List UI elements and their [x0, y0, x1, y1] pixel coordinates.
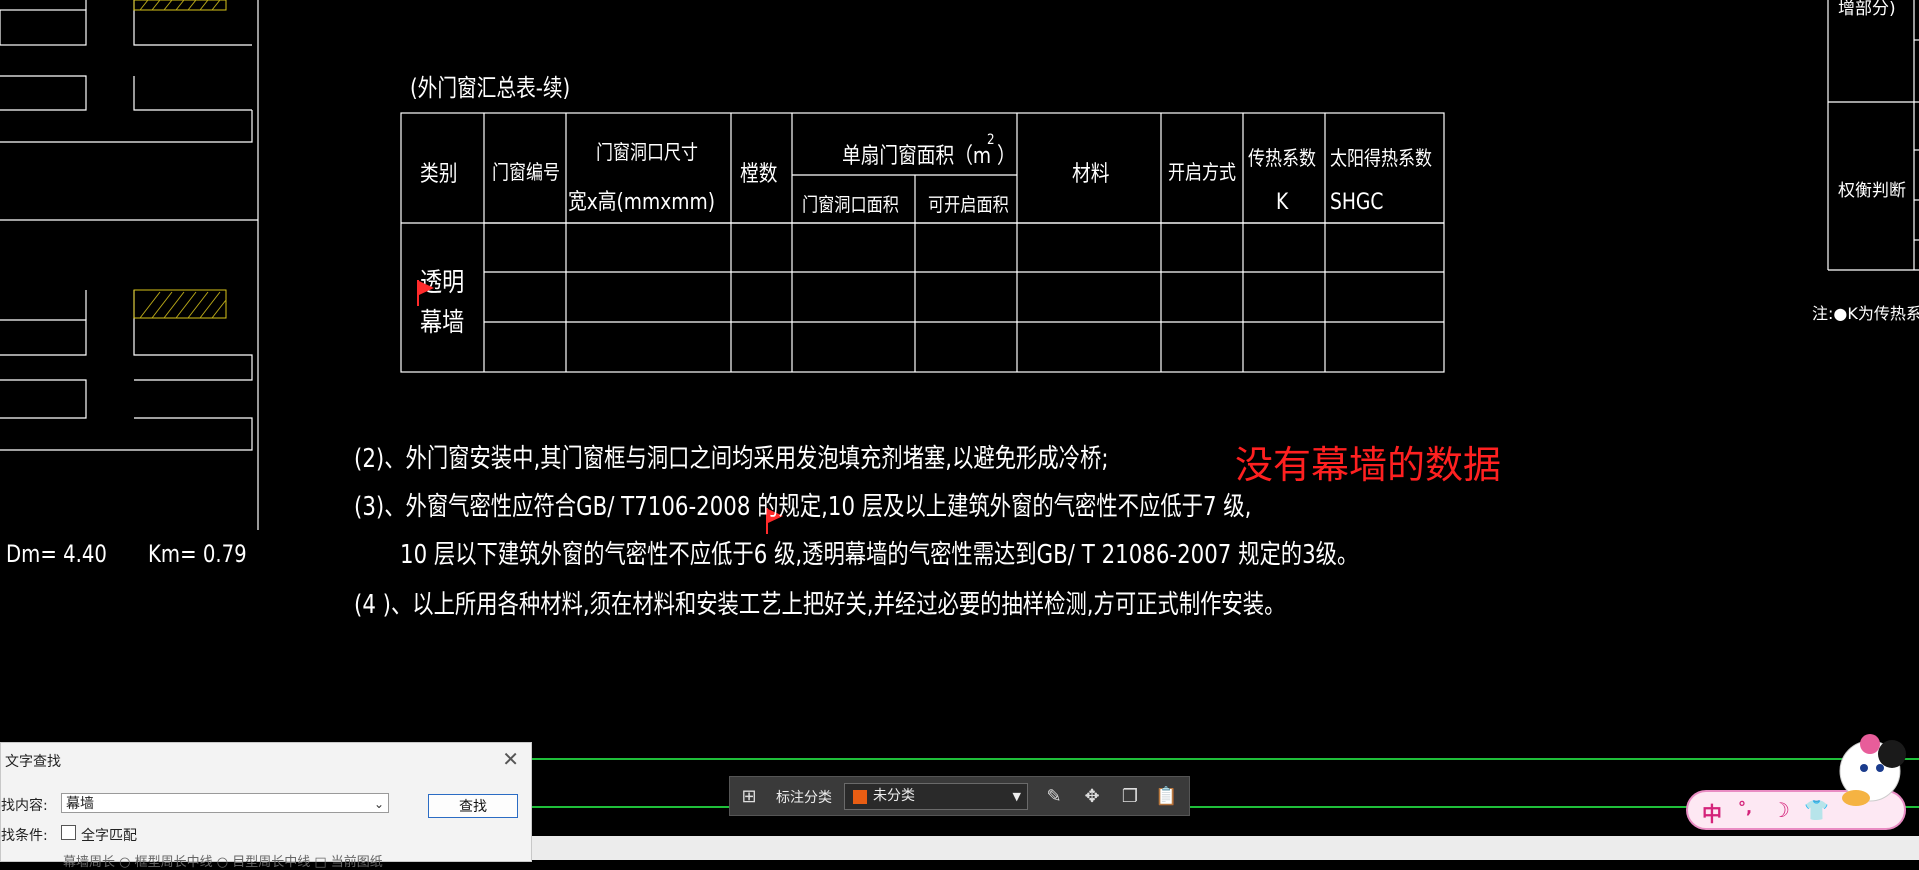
note-line-2: (3)、外窗气密性应符合GB/ T7106-2008 的规定,10 层及以上建筑… — [354, 492, 1252, 522]
header-opening-dims: 宽x高(mmxmm) — [568, 190, 715, 215]
note-line-1: (2)、外门窗安装中,其门窗框与洞口之间均采用发泡填充剂堵塞,以避免形成冷桥; — [354, 444, 1109, 474]
search-label: 找内容: — [1, 798, 48, 814]
note-line-3: 10 层以下建筑外窗的气密性不应低于6 级,透明幕墙的气密性需达到GB/ T 2… — [400, 540, 1359, 570]
chevron-down-icon[interactable]: ▼ — [1013, 784, 1021, 809]
full-match-checkbox[interactable] — [61, 825, 76, 840]
header-heat-symbol: K — [1276, 190, 1289, 215]
chevron-down-icon[interactable]: ⌄ — [374, 794, 384, 814]
header-count: 樘数 — [740, 162, 778, 187]
header-solar-coeff: 太阳得热系数 — [1330, 146, 1432, 170]
full-match-label: 全字匹配 — [81, 828, 137, 844]
paste-icon[interactable]: 📋 — [1155, 786, 1177, 808]
move-icon[interactable]: ✥ — [1081, 786, 1103, 808]
flag-icon[interactable] — [416, 278, 438, 308]
header-window-no: 门窗编号 — [492, 160, 560, 184]
find-text-dialog: 文字查找 ✕ 找内容: 幕墙 ⌄ 查找 找条件: 全字匹配 幕墙周长 ○ 框型周… — [0, 742, 532, 870]
dm-value: Dm= 4.40 — [6, 540, 107, 568]
category-selected: 未分类 — [873, 788, 915, 804]
right-label-top: 增部分) — [1838, 0, 1896, 19]
annotation-toolbar: ⊞ 标注分类 未分类 ▼ ✎ ✥ ❐ 📋 — [729, 776, 1190, 816]
condition-label: 找条件: — [1, 828, 48, 844]
status-bar — [530, 836, 1919, 860]
green-line-top — [530, 758, 1919, 760]
search-value: 幕墙 — [66, 796, 94, 812]
note-line-4: (4 )、以上所用各种材料,须在材料和安装工艺上把好关,并经过必要的抽样检测,方… — [354, 590, 1286, 620]
review-annotation[interactable]: 没有幕墙的数据 — [1235, 434, 1501, 489]
header-open-method: 开启方式 — [1168, 160, 1236, 184]
category-color-swatch — [853, 790, 867, 804]
search-input[interactable]: 幕墙 ⌄ — [61, 793, 389, 813]
toolbar-label: 标注分类 — [776, 790, 832, 806]
header-solar-symbol: SHGC — [1330, 190, 1384, 215]
header-openable-area: 可开启面积 — [928, 194, 1009, 216]
km-value: Km= 0.79 — [148, 540, 247, 568]
header-opening-area: 门窗洞口面积 — [802, 194, 899, 216]
left-wall-drawing — [0, 0, 259, 530]
punctuation-icon[interactable]: °, — [1738, 798, 1752, 817]
header-material: 材料 — [1072, 162, 1110, 187]
header-heat-coeff: 传热系数 — [1248, 146, 1316, 170]
moon-icon[interactable]: ☽ — [1772, 798, 1790, 822]
edit-icon[interactable]: ✎ — [1043, 786, 1065, 808]
header-opening-size: 门窗洞口尺寸 — [596, 140, 698, 164]
ime-mode[interactable]: 中 — [1702, 798, 1722, 827]
dialog-title: 文字查找 — [5, 754, 61, 770]
header-category: 类别 — [420, 162, 458, 187]
right-label-mid: 权衡判断 — [1838, 181, 1906, 201]
grid-icon[interactable]: ⊞ — [738, 786, 760, 808]
category-select[interactable]: 未分类 ▼ — [844, 783, 1028, 810]
table-title: (外门窗汇总表-续) — [410, 74, 571, 102]
mascot-icon — [1839, 734, 1906, 806]
find-button[interactable]: 查找 — [428, 794, 518, 818]
right-note: 注:●K为传热系数[ — [1812, 304, 1919, 323]
scope-options[interactable]: 幕墙周长 ○ 框型周长中线 ○ 目型周长中线 □ 当前图纸 — [63, 851, 383, 870]
right-partial-table — [1827, 0, 1919, 271]
copy-icon[interactable]: ❐ — [1119, 786, 1141, 808]
header-area-superscript: 2 — [987, 132, 995, 148]
close-icon[interactable]: ✕ — [502, 747, 519, 771]
